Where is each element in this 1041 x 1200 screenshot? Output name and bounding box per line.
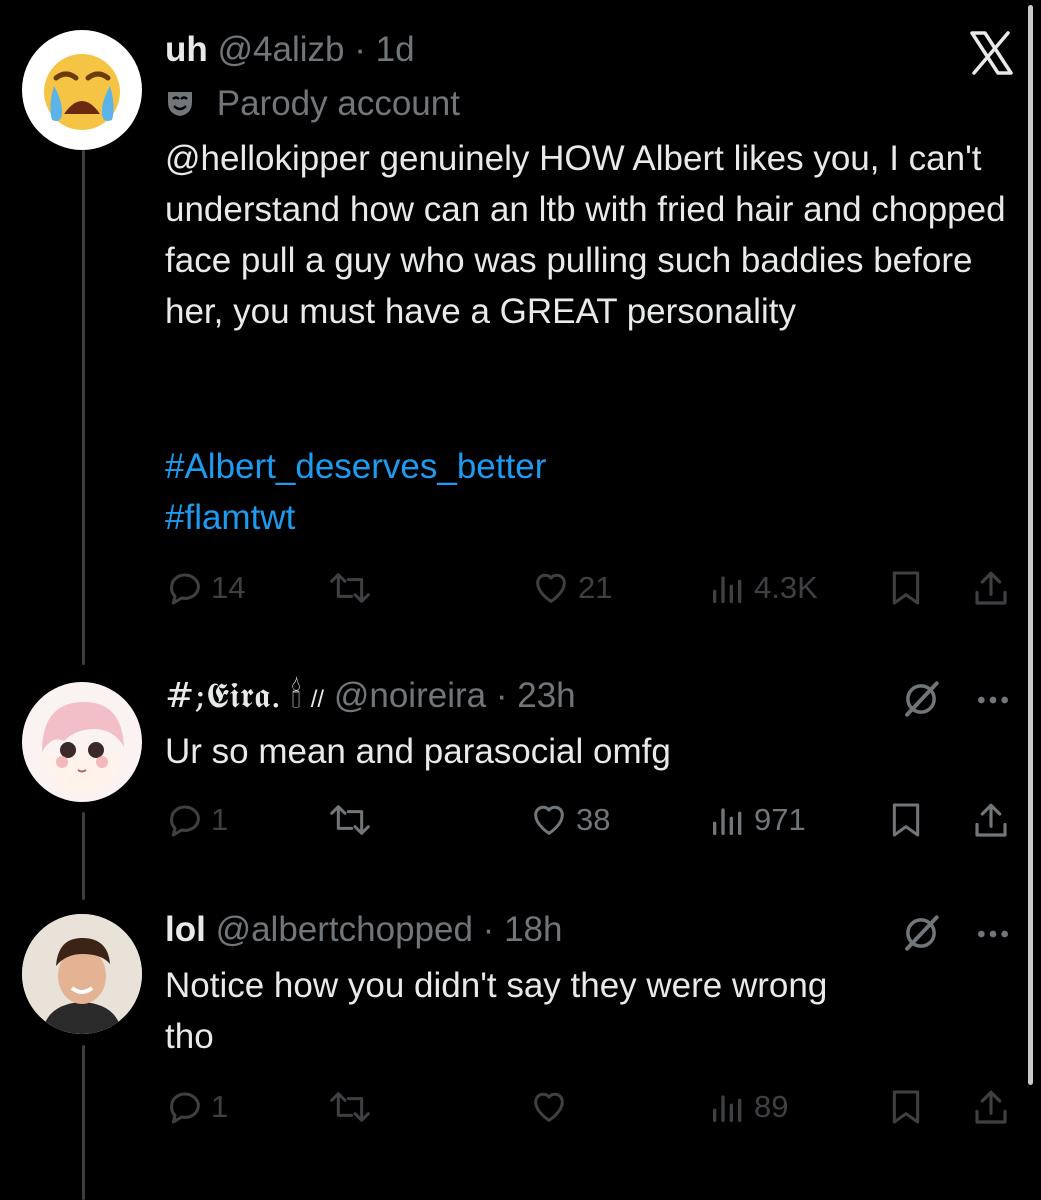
hashtag-link[interactable]: #flamtwt (165, 492, 546, 543)
views-icon (713, 808, 742, 835)
share-button[interactable] (970, 568, 1012, 610)
reply-icon (170, 805, 200, 837)
separator: · (482, 910, 495, 949)
grok-icon (905, 915, 939, 951)
retweet-button[interactable] (328, 1087, 372, 1127)
tweet-header: #;𝕰𝖎𝖗𝖆. 🕯 // @noireira · 23h (165, 676, 576, 716)
like-button[interactable]: 38 (528, 800, 610, 840)
bookmark-button[interactable] (886, 568, 926, 608)
avatar[interactable] (22, 30, 142, 150)
tweet-header: uh @4alizb · 1d (165, 30, 415, 70)
parody-mask-icon (168, 92, 192, 116)
share-icon (975, 1090, 1007, 1124)
tweet-text: Ur so mean and parasocial omfg (165, 732, 671, 771)
grok-button[interactable] (900, 912, 942, 959)
separator: · (495, 676, 508, 715)
like-count: 21 (578, 570, 613, 605)
thread-line (82, 812, 85, 900)
like-count: 38 (576, 802, 611, 837)
views-button[interactable]: 4.3K (708, 568, 818, 608)
reply-count: 1 (211, 1089, 229, 1124)
bookmark-icon (892, 571, 920, 605)
reply-button[interactable]: 1 (165, 800, 228, 840)
tweet-text: Notice how you didn't say they were wron… (165, 966, 828, 1056)
reply-icon (170, 573, 200, 605)
view-count: 89 (754, 1089, 789, 1124)
timestamp[interactable]: 18h (504, 910, 562, 949)
views-button[interactable]: 89 (708, 1087, 788, 1127)
bookmark-icon (892, 803, 920, 837)
bookmark-button[interactable] (886, 800, 926, 840)
display-name[interactable]: #;𝕰𝖎𝖗𝖆. (165, 676, 281, 716)
like-button[interactable]: 21 (530, 568, 612, 608)
like-icon (534, 805, 564, 835)
hashtag-list: #Albert_deserves_better #flamtwt (165, 441, 546, 543)
tweet-header: lol @albertchopped · 18h (165, 910, 562, 950)
handle[interactable]: @noireira (334, 676, 486, 715)
retweet-button[interactable] (328, 568, 372, 608)
thread-line (82, 150, 85, 665)
reply-icon (170, 1092, 200, 1124)
x-logo-icon (968, 30, 1014, 81)
more-icon (978, 930, 1008, 938)
timestamp[interactable]: 23h (517, 676, 575, 715)
like-button[interactable] (528, 1087, 576, 1127)
avatar[interactable] (22, 682, 142, 802)
retweet-icon (330, 1092, 370, 1122)
more-icon (978, 696, 1008, 704)
crying-face-avatar-icon (44, 54, 120, 130)
grok-button[interactable] (900, 678, 942, 725)
thread-line (82, 1045, 85, 1200)
candle-emoji: 🕯 (291, 676, 302, 715)
like-icon (536, 573, 566, 603)
timestamp[interactable]: 1d (376, 30, 415, 69)
anime-girl-avatar-icon (42, 702, 124, 794)
profile-photo-avatar-icon (22, 914, 142, 1034)
bookmark-button[interactable] (886, 1087, 926, 1127)
view-count: 971 (754, 802, 806, 837)
display-name[interactable]: lol (165, 910, 206, 949)
reply-count: 1 (211, 802, 229, 837)
name-suffix: // (310, 686, 325, 713)
views-icon (713, 576, 742, 603)
scrollbar[interactable] (1028, 5, 1033, 1085)
share-button[interactable] (970, 1087, 1012, 1129)
display-name[interactable]: uh (165, 30, 208, 69)
more-button[interactable] (972, 680, 1014, 725)
like-icon (534, 1092, 564, 1122)
views-icon (713, 1095, 742, 1122)
share-button[interactable] (970, 800, 1012, 842)
retweet-button[interactable] (328, 800, 372, 840)
more-button[interactable] (972, 914, 1014, 959)
view-count: 4.3K (754, 570, 818, 605)
retweet-icon (330, 573, 370, 603)
badge-label: Parody account (216, 84, 460, 123)
separator: · (354, 30, 366, 69)
hashtag-link[interactable]: #Albert_deserves_better (165, 441, 546, 492)
grok-icon (905, 681, 939, 717)
share-icon (975, 803, 1007, 837)
reply-button[interactable]: 14 (165, 568, 245, 608)
share-icon (975, 571, 1007, 605)
bookmark-icon (892, 1090, 920, 1124)
reply-count: 14 (211, 570, 246, 605)
tweet-text: @hellokipper genuinely HOW Albert likes … (165, 139, 1006, 331)
avatar[interactable] (22, 914, 142, 1034)
handle[interactable]: @4alizb (218, 30, 345, 69)
parody-badge: Parody account (165, 84, 460, 124)
handle[interactable]: @albertchopped (216, 910, 473, 949)
retweet-icon (330, 805, 370, 835)
reply-button[interactable]: 1 (165, 1087, 228, 1127)
views-button[interactable]: 971 (708, 800, 806, 840)
